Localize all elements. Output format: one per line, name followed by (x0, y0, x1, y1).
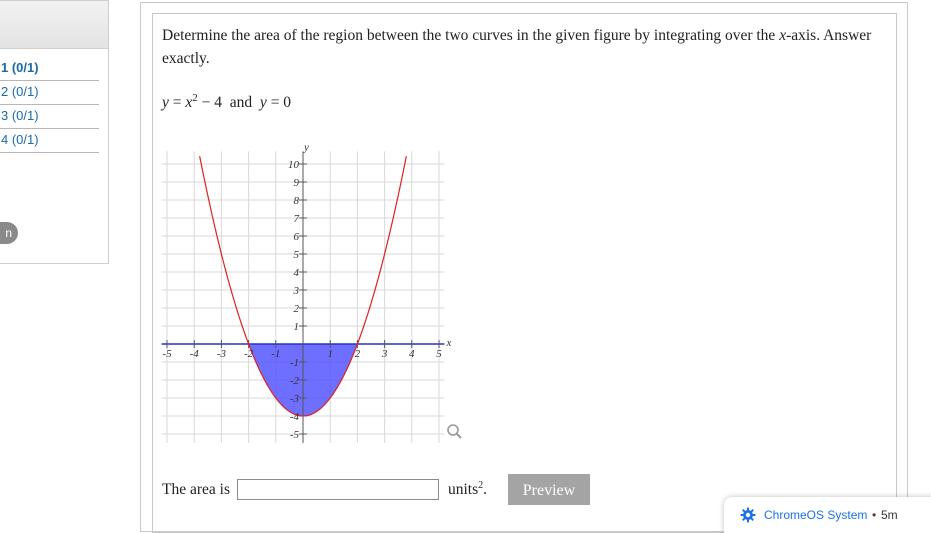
y-tick-label: 2 (294, 303, 300, 315)
question-item-2[interactable]: 2 (0/1) (0, 81, 99, 105)
region-graph: -5 -4 -3 -2 -1 1 2 3 4 5 10987654321-1-2-3-4-5 x … (161, 145, 462, 443)
y-tick-label: -3 (290, 393, 300, 405)
y-tick-label: 6 (294, 231, 300, 243)
answer-units: units2. (448, 480, 487, 499)
y-axis-label: y (303, 145, 309, 153)
y-tick-label: 4 (294, 267, 300, 279)
gear-icon (740, 507, 756, 523)
y-tick-labels: 10 9 8 7 6 5 4 3 2 1 -1 -2 -3 -4 -5 (288, 159, 300, 441)
eq-rest: − 4 (197, 94, 223, 112)
y-tick-label: 7 (294, 213, 300, 225)
question-sidebar: 1 (0/1) 2 (0/1) 3 (0/1) 4 (0/1) (0, 0, 109, 264)
y-tick-label: 5 (294, 249, 300, 261)
question-item-1[interactable]: 1 (0/1) (0, 57, 99, 81)
sidebar-header (0, 1, 108, 49)
system-notification[interactable]: ChromeOS System • 5m (724, 497, 931, 533)
y-tick-label: 1 (294, 321, 300, 333)
y-tick-label: -2 (290, 375, 300, 387)
eq-equals-1: = (168, 94, 186, 112)
x-tick-label: -1 (271, 348, 280, 360)
x-tick-label: -4 (190, 348, 200, 360)
question-text-start: Determine the area of the region between… (162, 27, 780, 44)
answer-label: The area is (162, 481, 230, 498)
eq-y2: y (259, 94, 267, 112)
question-text: Determine the area of the region between… (162, 24, 890, 70)
x-axis-label: x (445, 337, 451, 349)
x-tick-label: 5 (436, 348, 442, 360)
question-item-4[interactable]: 4 (0/1) (0, 129, 99, 153)
units-text: units (448, 481, 479, 499)
curve-equations: y = x2 − 4 and y = 0 (162, 92, 291, 112)
y-tick-label: 9 (294, 177, 300, 189)
y-tick-label: 8 (294, 195, 300, 207)
x-tick-label: -5 (162, 348, 172, 360)
y-tick-label: 10 (288, 159, 300, 171)
x-tick-label: -3 (217, 348, 227, 360)
notification-separator: • (872, 508, 877, 522)
preview-button[interactable]: Preview (508, 474, 590, 505)
x-tick-label: 2 (355, 348, 361, 360)
units-period: . (483, 481, 488, 499)
magnifier-icon[interactable] (447, 424, 462, 439)
y-tick-label: 3 (293, 285, 300, 297)
eq-and: and (222, 94, 260, 112)
eq-y1: y (162, 94, 169, 112)
question-item-3[interactable]: 3 (0/1) (0, 105, 99, 129)
eq-equals-2: = 0 (266, 94, 292, 112)
x-tick-label: 3 (381, 348, 388, 360)
answer-input[interactable] (237, 479, 439, 500)
notification-source: ChromeOS System (764, 508, 868, 522)
question-list: 1 (0/1) 2 (0/1) 3 (0/1) 4 (0/1) (0, 57, 99, 153)
notification-time: 5m (881, 508, 898, 522)
x-tick-label: 4 (409, 348, 415, 360)
y-tick-label: -1 (290, 357, 299, 369)
y-tick-label: -4 (290, 411, 300, 423)
x-tick-label: -2 (244, 348, 254, 360)
y-tick-label: -5 (290, 429, 300, 441)
x-tick-label: 1 (327, 348, 333, 360)
